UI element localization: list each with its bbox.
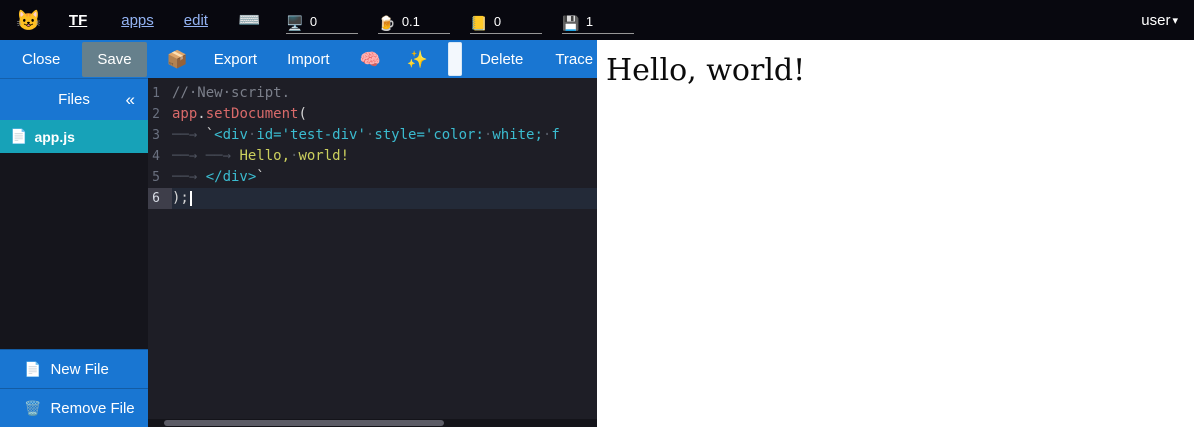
code-line-2[interactable]: 2app.setDocument( [148, 104, 597, 125]
line-number: 4 [148, 146, 172, 167]
app-logo-icon[interactable]: 😺 [16, 8, 41, 33]
code-line-5[interactable]: 5──→ </div>` [148, 167, 597, 188]
metric-ledger-value: 0 [494, 15, 501, 29]
brain-icon[interactable]: 🧠 [354, 45, 387, 74]
files-sidebar: Files « 📄 app.js 📄 New File 🗑️ Remove Fi… [0, 78, 148, 427]
line-number: 3 [148, 125, 172, 146]
metric-beer-value: 0.1 [402, 15, 420, 29]
code-text: //·New·script. [172, 83, 597, 104]
code-text: ──→ </div>` [172, 167, 597, 188]
file-item-appjs[interactable]: 📄 app.js [0, 120, 148, 153]
package-icon[interactable]: 📦 [161, 45, 194, 74]
preview-hello-text: Hello, world! [597, 40, 1194, 88]
file-icon: 📄 [10, 128, 27, 145]
code-line-1[interactable]: 1//·New·script. [148, 83, 597, 104]
caret-down-icon: ▾ [1172, 14, 1178, 27]
metric-beer-field[interactable]: 🍺 0.1 [378, 7, 450, 34]
scrollbar-thumb[interactable] [164, 420, 444, 426]
text-cursor [190, 191, 192, 206]
save-button[interactable]: Save [82, 42, 146, 77]
tab-whitespace-marker: ──→ [172, 169, 206, 185]
sidebar-empty-area [0, 153, 148, 349]
horizontal-scrollbar[interactable] [148, 419, 597, 427]
code-editor[interactable]: 1//·New·script.2app.setDocument(3──→ `<d… [148, 78, 597, 427]
sparkles-icon[interactable]: ✨ [401, 45, 434, 74]
line-number: 1 [148, 83, 172, 104]
trash-icon: 🗑️ [24, 400, 41, 417]
user-label: user [1141, 12, 1170, 29]
topbar: 😺 TF apps edit ⌨️ 🖥️ 0 🍺 0.1 📒 0 💾 1 use… [0, 0, 1194, 40]
tab-whitespace-marker: ──→ [206, 148, 240, 164]
blank-button[interactable] [448, 42, 462, 76]
metric-floppy-value: 1 [586, 15, 593, 29]
metric-floppy-field[interactable]: 💾 1 [562, 7, 634, 34]
workspace: Files « 📄 app.js 📄 New File 🗑️ Remove Fi… [0, 78, 597, 427]
line-number: 2 [148, 104, 172, 125]
brand-link[interactable]: TF [69, 12, 87, 29]
user-menu[interactable]: user ▾ [1141, 12, 1178, 29]
new-file-label: New File [50, 361, 108, 378]
keyboard-icon[interactable]: ⌨️ [238, 10, 260, 31]
code-text: ); [172, 188, 597, 209]
collapse-sidebar-button[interactable]: « [126, 90, 135, 110]
tab-whitespace-marker: ──→ [172, 127, 206, 143]
line-number: 6 [148, 188, 172, 209]
file-name: app.js [34, 129, 74, 145]
remove-file-button[interactable]: 🗑️ Remove File [0, 388, 148, 427]
preview-pane: Hello, world! [597, 40, 1194, 427]
tab-whitespace-marker: ──→ [172, 148, 206, 164]
ide-panel: Close Save 📦 Export Import 🧠 ✨ Delete Tr… [0, 40, 597, 427]
close-button[interactable]: Close [14, 44, 68, 75]
metric-ledger-field[interactable]: 📒 0 [470, 7, 542, 34]
toolbar: Close Save 📦 Export Import 🧠 ✨ Delete Tr… [0, 40, 597, 78]
code-text: app.setDocument( [172, 104, 597, 125]
code-line-3[interactable]: 3──→ `<div·id='test-div'·style='color:·w… [148, 125, 597, 146]
export-button[interactable]: Export [206, 44, 265, 75]
main-area: Close Save 📦 Export Import 🧠 ✨ Delete Tr… [0, 40, 1194, 427]
trace-button[interactable]: Trace [547, 44, 601, 75]
code-line-6[interactable]: 6); [148, 188, 597, 209]
edit-link[interactable]: edit [184, 12, 208, 29]
files-header: Files « [0, 78, 148, 120]
new-file-button[interactable]: 📄 New File [0, 349, 148, 388]
code-text: ──→ ──→ Hello,·world! [172, 146, 597, 167]
import-button[interactable]: Import [279, 44, 338, 75]
ledger-icon: 📒 [470, 16, 487, 30]
remove-file-label: Remove File [50, 400, 134, 417]
metric-monitor-field[interactable]: 🖥️ 0 [286, 7, 358, 34]
metric-monitor-value: 0 [310, 15, 317, 29]
monitor-icon: 🖥️ [286, 16, 303, 30]
code-lines: 1//·New·script.2app.setDocument(3──→ `<d… [148, 83, 597, 209]
code-text: ──→ `<div·id='test-div'·style='color:·wh… [172, 125, 597, 146]
floppy-icon: 💾 [562, 16, 579, 30]
delete-button[interactable]: Delete [472, 44, 531, 75]
code-line-4[interactable]: 4──→ ──→ Hello,·world! [148, 146, 597, 167]
apps-link[interactable]: apps [121, 12, 154, 29]
beer-icon: 🍺 [378, 16, 395, 30]
line-number: 5 [148, 167, 172, 188]
new-file-icon: 📄 [24, 361, 41, 378]
